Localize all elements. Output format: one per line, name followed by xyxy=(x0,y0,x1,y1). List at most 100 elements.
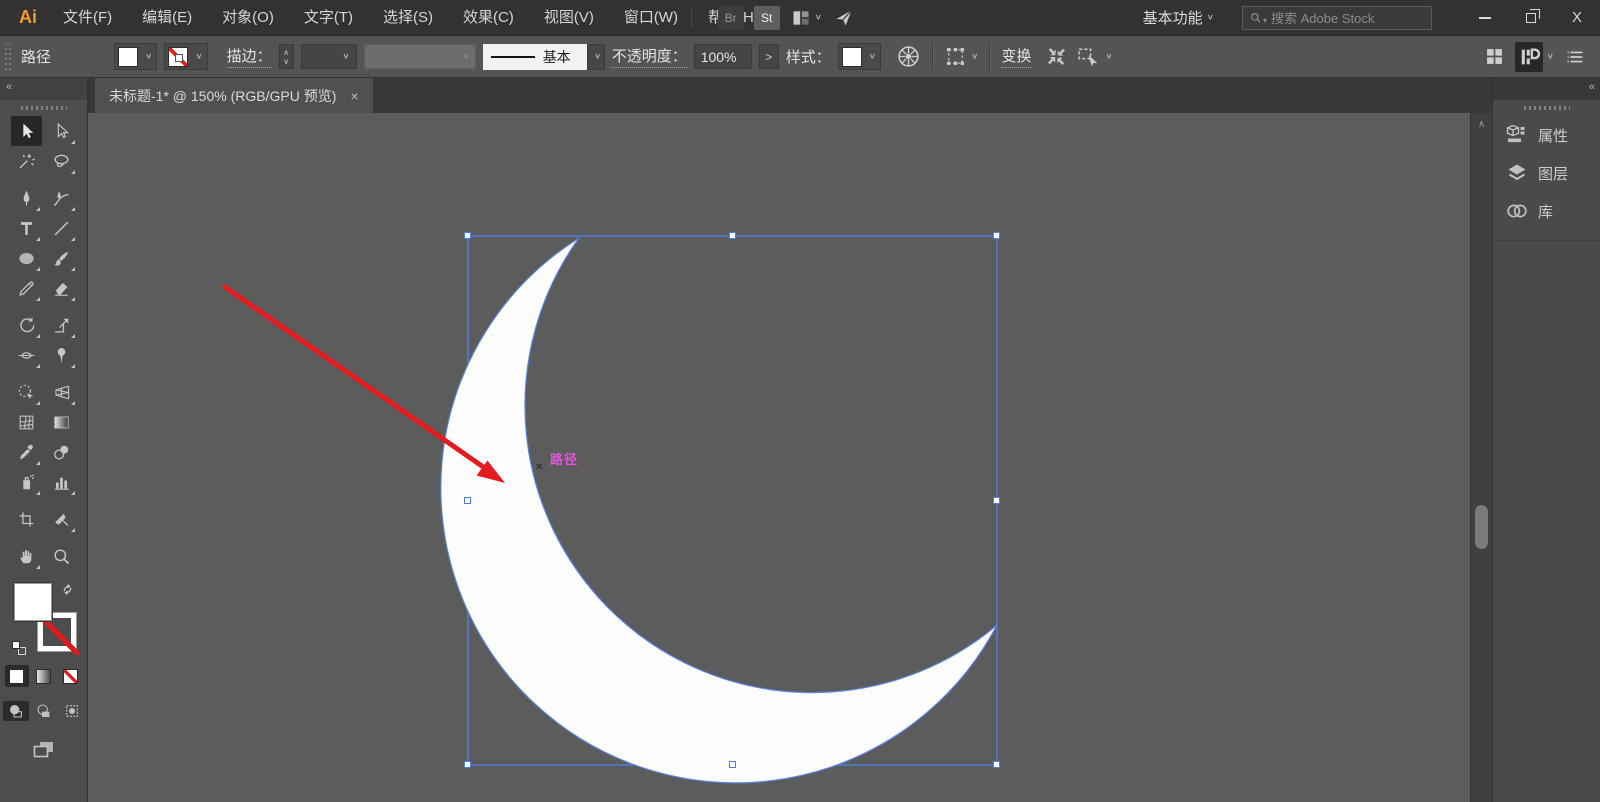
menu-item-view[interactable]: 视图(V) xyxy=(529,0,609,35)
mesh-tool[interactable] xyxy=(11,407,42,437)
gradient-button[interactable] xyxy=(32,665,56,687)
selection-handle-middle-left[interactable] xyxy=(464,497,471,504)
tab-close-icon[interactable]: × xyxy=(350,88,358,104)
curvature-tool[interactable] xyxy=(46,183,77,213)
puppet-warp-tool[interactable] xyxy=(46,340,77,370)
direct-selection-tool[interactable] xyxy=(46,116,77,146)
tools-grip[interactable] xyxy=(21,106,67,110)
paintbrush-tool[interactable] xyxy=(46,243,77,273)
panel-grip[interactable] xyxy=(5,44,12,70)
default-colors-icon[interactable] xyxy=(12,641,26,655)
menu-item-object[interactable]: 对象(O) xyxy=(207,0,289,35)
blend-tool[interactable] xyxy=(46,437,77,467)
eyedropper-tool[interactable] xyxy=(11,437,42,467)
recolor-artwork-icon[interactable] xyxy=(896,44,921,69)
style-swatch[interactable] xyxy=(842,47,862,67)
bridge-button[interactable]: Br xyxy=(718,6,744,30)
eraser-tool[interactable] xyxy=(46,273,77,303)
opacity-field[interactable]: 100% xyxy=(694,44,752,69)
hand-tool[interactable] xyxy=(11,541,42,571)
none-button[interactable] xyxy=(59,665,83,687)
dock-grip[interactable] xyxy=(1524,106,1570,110)
slice-tool[interactable] xyxy=(46,504,77,534)
menu-item-window[interactable]: 窗口(W) xyxy=(609,0,693,35)
screen-mode-button[interactable] xyxy=(31,737,57,761)
workspace-switcher[interactable]: 基本功能 ∨ xyxy=(1143,7,1214,28)
stroke-none-swatch[interactable] xyxy=(168,47,188,67)
swap-fill-stroke-icon[interactable] xyxy=(61,583,74,596)
stock-button[interactable]: St xyxy=(754,6,780,30)
minimize-button[interactable] xyxy=(1462,0,1508,35)
dock-collapse[interactable]: « xyxy=(1493,78,1600,100)
eyedropper-icon xyxy=(17,443,36,462)
width-tool[interactable] xyxy=(11,340,42,370)
lasso-tool[interactable] xyxy=(46,146,77,176)
tools-collapse[interactable]: « xyxy=(0,78,87,100)
menu-item-select[interactable]: 选择(S) xyxy=(368,0,448,35)
draw-inside-button[interactable] xyxy=(59,701,85,721)
style-control[interactable]: ∨ xyxy=(838,43,881,70)
stroke-weight-field[interactable]: ∨ xyxy=(301,44,357,69)
brush-definition-control[interactable]: 基本 ∨ xyxy=(483,44,605,70)
crescent-moon-shape[interactable] xyxy=(441,238,997,783)
document-tab[interactable]: 未标题-1* @ 150% (RGB/GPU 预览) × xyxy=(95,78,373,113)
vertical-scrollbar[interactable]: ∧ xyxy=(1470,113,1492,802)
stroke-weight-stepper[interactable]: ∧∨ xyxy=(279,44,294,69)
stroke-color-control[interactable]: ∨ xyxy=(164,43,207,70)
draw-normal-button[interactable] xyxy=(3,701,29,721)
zoom-tool[interactable] xyxy=(46,541,77,571)
opacity-expand-button[interactable]: > xyxy=(759,44,779,69)
fill-swatch[interactable] xyxy=(118,47,138,67)
close-button[interactable]: X xyxy=(1554,0,1600,35)
menu-item-edit[interactable]: 编辑(E) xyxy=(127,0,207,35)
artboard-canvas[interactable]: × 路径 xyxy=(88,113,1470,802)
perspective-grid-tool[interactable] xyxy=(46,377,77,407)
selection-handle-bottom-center[interactable] xyxy=(729,761,736,768)
scroll-up-icon[interactable]: ∧ xyxy=(1471,119,1492,130)
magic-wand-tool[interactable] xyxy=(11,146,42,176)
selection-handle-bottom-right[interactable] xyxy=(993,761,1000,768)
gather-objects-icon[interactable] xyxy=(1044,44,1069,69)
share-plane-icon[interactable] xyxy=(834,8,854,28)
selection-handle-middle-right[interactable] xyxy=(993,497,1000,504)
selection-handle-top-center[interactable] xyxy=(729,232,736,239)
stroke-weight-label[interactable]: 描边： xyxy=(227,45,272,68)
panel-tab-layers[interactable]: 图层 xyxy=(1493,154,1600,192)
menu-item-file[interactable]: 文件(F) xyxy=(48,0,127,35)
panel-tab-libraries[interactable]: 库 xyxy=(1493,192,1600,230)
selection-handle-bottom-left[interactable] xyxy=(464,761,471,768)
fill-indicator[interactable] xyxy=(14,583,52,621)
opacity-label[interactable]: 不透明度： xyxy=(612,45,687,68)
column-graph-tool[interactable] xyxy=(46,467,77,497)
shape-builder-tool[interactable] xyxy=(11,377,42,407)
menu-item-effect[interactable]: 效果(C) xyxy=(448,0,529,35)
scale-tool[interactable] xyxy=(46,310,77,340)
adobe-stock-search[interactable]: ▾ 搜索 Adobe Stock xyxy=(1242,6,1432,30)
pen-tool[interactable] xyxy=(11,183,42,213)
scrollbar-thumb[interactable] xyxy=(1475,505,1488,549)
selection-handle-top-left[interactable] xyxy=(464,232,471,239)
workspace-grid-icon[interactable] xyxy=(1484,46,1505,67)
line-segment-tool[interactable] xyxy=(46,213,77,243)
gradient-tool[interactable] xyxy=(46,407,77,437)
selection-tool[interactable] xyxy=(11,116,42,146)
symbol-sprayer-tool[interactable] xyxy=(11,467,42,497)
select-similar-icon[interactable]: ∨ xyxy=(944,45,978,68)
transform-label[interactable]: 变换 xyxy=(1001,45,1031,68)
dock-panels-button[interactable] xyxy=(1515,42,1543,72)
arrange-documents-icon[interactable]: ∨ xyxy=(791,8,822,28)
panel-tab-properties[interactable]: 属性 xyxy=(1493,116,1600,154)
color-button[interactable] xyxy=(5,665,29,687)
artboard-tool[interactable] xyxy=(11,504,42,534)
fill-color-control[interactable]: ∨ xyxy=(114,43,157,70)
selection-handle-top-right[interactable] xyxy=(993,232,1000,239)
ellipse-tool[interactable] xyxy=(11,243,42,273)
type-tool[interactable] xyxy=(11,213,42,243)
menu-item-type[interactable]: 文字(T) xyxy=(289,0,368,35)
isolate-selection-icon[interactable]: ∨ xyxy=(1076,44,1112,69)
rotate-tool[interactable] xyxy=(11,310,42,340)
restore-button[interactable] xyxy=(1508,0,1554,35)
panel-menu-icon[interactable] xyxy=(1564,46,1586,68)
shaper-pencil-tool[interactable] xyxy=(11,273,42,303)
draw-behind-button[interactable] xyxy=(31,701,57,721)
